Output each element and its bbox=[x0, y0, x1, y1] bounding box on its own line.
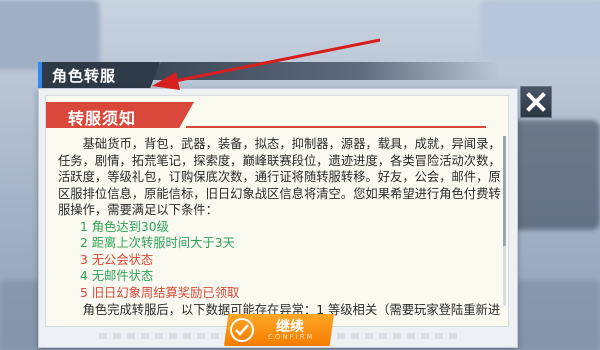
scrollbar[interactable] bbox=[503, 136, 506, 306]
page-title: 角色转服 bbox=[52, 67, 117, 85]
subtitle-bar: 转服须知 bbox=[46, 102, 194, 128]
background-blur bbox=[0, 0, 100, 70]
condition-item: 1 角色达到30级 bbox=[80, 219, 169, 234]
continue-button[interactable]: 继续 CONFIRM bbox=[224, 314, 334, 346]
header-tab: 角色转服 bbox=[38, 62, 160, 88]
transfer-notice-panel: 转服须知 基础货币，背包，武器，装备，拟态，抑制器，源器，载具，成就，异闻录，任… bbox=[38, 88, 518, 348]
condition-item: 5 旧日幻象周结算奖励已领取 bbox=[80, 285, 240, 300]
condition-item: 3 无公会状态 bbox=[80, 252, 154, 267]
background-blur bbox=[480, 0, 600, 60]
condition-item: 4 无邮件状态 bbox=[80, 269, 154, 283]
notice-subtitle: 转服须知 bbox=[68, 109, 137, 128]
condition-item: 2 距离上次转服时间大于3天 bbox=[80, 236, 235, 250]
close-button[interactable] bbox=[520, 86, 552, 118]
notice-body: 基础货币，背包，武器，装备，拟态，抑制器，源器，载具，成就，异闻录，任务，剧情，… bbox=[58, 136, 506, 319]
subtitle-rule bbox=[186, 126, 486, 128]
checkmark-icon bbox=[230, 318, 254, 342]
scrollbar-thumb[interactable] bbox=[503, 136, 506, 246]
close-x-icon bbox=[526, 92, 546, 112]
continue-sublabel: CONFIRM bbox=[268, 333, 315, 341]
header-strip bbox=[150, 62, 500, 80]
notice-content[interactable]: 转服须知 基础货币，背包，武器，装备，拟态，抑制器，源器，载具，成就，异闻录，任… bbox=[45, 95, 509, 327]
notice-paragraph: 基础货币，背包，武器，装备，拟态，抑制器，源器，载具，成就，异闻录，任务，剧情，… bbox=[58, 137, 501, 217]
